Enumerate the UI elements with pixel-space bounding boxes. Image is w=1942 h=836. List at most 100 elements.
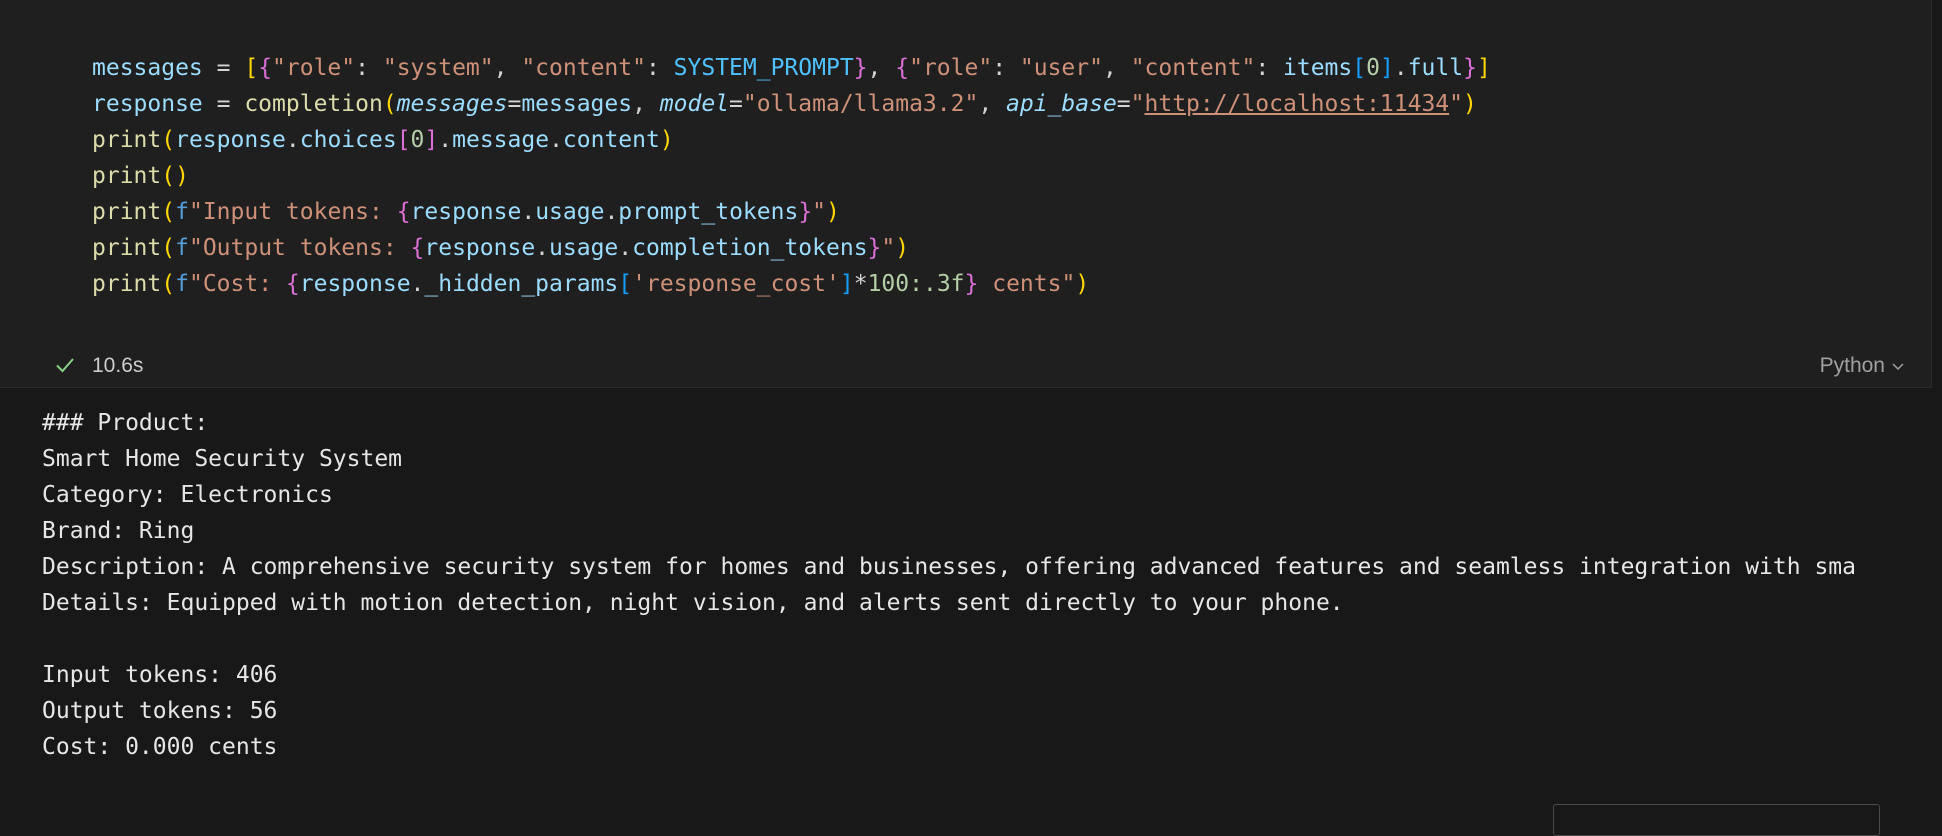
code-token: "system" — [382, 55, 494, 81]
code-token: :.3f — [909, 271, 965, 297]
code-token: message — [452, 127, 550, 153]
code-line[interactable]: print(f"Output tokens: {response.usage.c… — [92, 230, 1491, 266]
code-token: ( — [161, 127, 176, 153]
output-line: Category: Electronics — [42, 482, 333, 508]
code-token: { — [396, 199, 411, 225]
code-token: " — [1449, 91, 1464, 117]
code-token: "role" — [272, 55, 356, 81]
code-token: . — [618, 235, 633, 261]
code-token: messages — [92, 55, 203, 81]
code-token: print — [92, 127, 162, 153]
code-token: " — [881, 235, 896, 261]
code-token: ) — [1075, 271, 1090, 297]
code-line[interactable]: print() — [92, 158, 1491, 194]
code-token: ) — [895, 235, 910, 261]
code-token: 0 — [1366, 55, 1380, 81]
code-token: = — [729, 91, 743, 117]
chevron-down-icon — [1892, 363, 1904, 371]
code-token: ) — [826, 199, 840, 225]
code-token: . — [549, 127, 563, 153]
code-token: = — [507, 91, 522, 117]
code-token: * — [853, 271, 868, 297]
code-token: } — [798, 199, 813, 225]
code-token: "content" — [521, 55, 646, 81]
code-token: messages — [521, 91, 633, 117]
code-token: 0 — [410, 127, 425, 153]
code-token: ( — [382, 91, 397, 117]
code-token: response — [299, 271, 411, 297]
code-token: . — [521, 199, 536, 225]
code-token: } — [853, 55, 868, 81]
code-token: print — [92, 163, 162, 189]
code-token: "content" — [1130, 55, 1256, 81]
code-token: usage — [549, 235, 619, 261]
code-token: ( — [161, 199, 176, 225]
code-token: { — [258, 55, 273, 81]
code-line[interactable]: print(f"Input tokens: {response.usage.pr… — [92, 194, 1491, 230]
code-token: content — [562, 127, 660, 153]
code-token: print — [92, 235, 162, 261]
code-token: [ — [1352, 55, 1367, 81]
output-line: Details: Equipped with motion detection,… — [42, 590, 1344, 616]
partial-widget — [1553, 804, 1880, 836]
code-editor[interactable]: messages = [{"role": "system", "content"… — [92, 50, 1491, 302]
code-token: 'response_cost' — [632, 271, 840, 297]
output-line: Cost: 0.000 cents — [42, 734, 278, 760]
code-token: " — [812, 199, 827, 225]
code-token: prompt_tokens — [618, 199, 799, 225]
code-token: [ — [244, 55, 259, 81]
code-token: full — [1407, 55, 1464, 81]
code-token: [ — [618, 271, 633, 297]
code-token: () — [161, 163, 189, 189]
code-token: . — [438, 127, 453, 153]
code-token: "user" — [1019, 55, 1103, 81]
code-token: : — [645, 55, 674, 81]
code-token: . — [604, 199, 619, 225]
code-token: = — [1116, 91, 1131, 117]
code-cell[interactable]: messages = [{"role": "system", "content"… — [0, 0, 1932, 388]
code-token: response — [175, 127, 286, 153]
code-token: response — [424, 235, 536, 261]
code-token: ) — [1463, 91, 1477, 117]
code-token: = — [202, 91, 245, 117]
code-token: "Input tokens: — [188, 199, 397, 225]
code-token: response — [92, 91, 203, 117]
code-token: choices — [299, 127, 397, 153]
code-line[interactable]: print(f"Cost: {response._hidden_params['… — [92, 266, 1491, 302]
code-token: " — [1130, 91, 1145, 117]
cell-status-bar: 10.6s Python — [0, 350, 1931, 382]
execution-time: 10.6s — [92, 354, 144, 377]
code-token: { — [895, 55, 910, 81]
code-token: completion_tokens — [632, 235, 868, 261]
code-token: : — [992, 55, 1020, 81]
code-token: messages — [396, 91, 508, 117]
code-token: } — [964, 271, 979, 297]
language-label: Python — [1819, 354, 1885, 377]
code-token: , — [978, 91, 1007, 117]
code-token: ( — [161, 271, 176, 297]
code-token: http://localhost:11434 — [1144, 91, 1450, 117]
language-picker[interactable]: Python — [1820, 354, 1905, 378]
code-token: items — [1283, 55, 1353, 81]
code-token: , — [632, 91, 660, 117]
code-token: . — [410, 271, 425, 297]
code-token: { — [285, 271, 300, 297]
output-line: Output tokens: 56 — [42, 698, 278, 724]
code-token: ] — [1476, 55, 1491, 81]
code-token: print — [92, 199, 162, 225]
code-token: completion — [244, 91, 383, 117]
check-icon — [56, 358, 74, 373]
code-token: f — [175, 271, 189, 297]
code-line[interactable]: print(response.choices[0].message.conten… — [92, 122, 1491, 158]
output-line: Smart Home Security System — [42, 446, 403, 472]
code-line[interactable]: messages = [{"role": "system", "content"… — [92, 50, 1491, 86]
code-token: . — [1393, 55, 1408, 81]
code-token: = — [202, 55, 245, 81]
code-token: usage — [535, 199, 605, 225]
code-token: _hidden_params — [424, 271, 619, 297]
code-line[interactable]: response = completion(messages=messages,… — [92, 86, 1491, 122]
output-line: Brand: Ring — [42, 518, 195, 544]
code-token: , — [1102, 55, 1131, 81]
code-token: } — [867, 235, 882, 261]
